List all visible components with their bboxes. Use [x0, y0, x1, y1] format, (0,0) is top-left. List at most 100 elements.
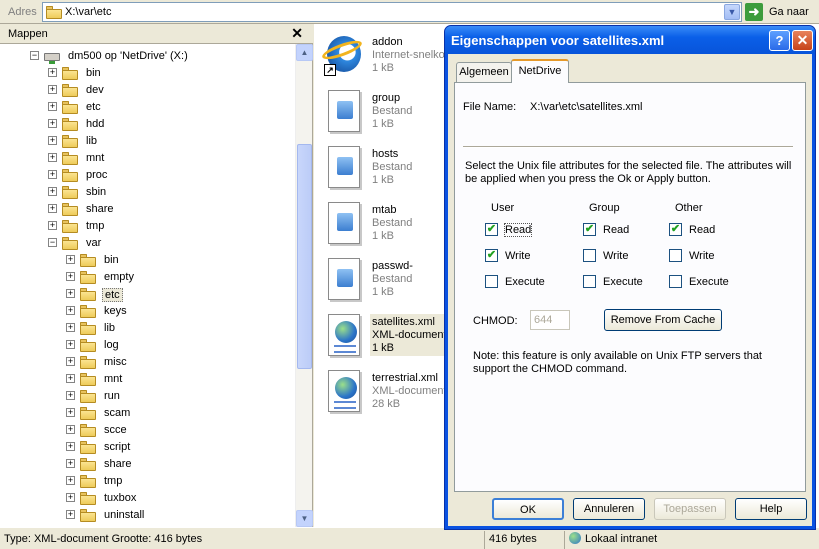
scroll-up-icon[interactable]: ▲	[296, 44, 313, 61]
file-item[interactable]: passwd- Bestand 1 kB	[314, 252, 454, 308]
file-name: terrestrial.xml	[372, 372, 439, 384]
group-read-label[interactable]: Read	[603, 224, 629, 236]
expand-icon[interactable]: +	[48, 221, 57, 230]
xml-document-icon	[324, 370, 362, 414]
other-execute-label[interactable]: Execute	[689, 276, 729, 288]
folder-icon	[80, 423, 96, 437]
help-button[interactable]: Help	[735, 498, 807, 520]
expand-icon[interactable]: +	[66, 289, 75, 298]
tab-netdrive[interactable]: NetDrive	[511, 59, 569, 83]
expand-icon[interactable]: +	[66, 340, 75, 349]
user-read-label[interactable]: Read	[503, 223, 533, 237]
file-item[interactable]: ↗ addon Internet-snelkoppeling 1 kB	[314, 28, 480, 84]
expand-icon[interactable]: +	[48, 102, 57, 111]
folder-icon	[62, 100, 78, 114]
dialog-body: Algemeen NetDrive File Name: X:\var\etc\…	[448, 54, 812, 526]
netdrive-tab-page: File Name: X:\var\etc\satellites.xml Sel…	[454, 82, 806, 492]
chmod-field[interactable]: 644	[530, 310, 570, 330]
user-write-checkbox[interactable]: ✔	[485, 249, 498, 262]
cancel-button[interactable]: Annuleren	[573, 498, 645, 520]
address-input[interactable]: X:\var\etc ▼	[42, 2, 742, 22]
tab-algemeen[interactable]: Algemeen	[456, 62, 512, 82]
expand-icon[interactable]: +	[66, 408, 75, 417]
group-read-checkbox[interactable]: ✔	[583, 223, 596, 236]
file-item[interactable]: hosts Bestand 1 kB	[314, 140, 454, 196]
expand-icon[interactable]: +	[48, 68, 57, 77]
go-button[interactable]: ➜ Ga naar	[745, 3, 815, 22]
folder-icon	[62, 117, 78, 131]
expand-icon[interactable]: +	[48, 187, 57, 196]
scroll-down-icon[interactable]: ▼	[296, 510, 313, 527]
folder-scrollbar[interactable]: ▲ ▼	[295, 44, 313, 527]
tree-item-label: empty	[104, 271, 134, 283]
expand-icon[interactable]: +	[48, 153, 57, 162]
expand-icon[interactable]: +	[66, 374, 75, 383]
file-item[interactable]: satellites.xml XML-document 1 kB	[314, 308, 454, 364]
other-write-checkbox[interactable]	[669, 249, 682, 262]
help-icon[interactable]: ?	[769, 30, 790, 51]
dialog-titlebar[interactable]: Eigenschappen voor satellites.xml ? ✕	[445, 26, 815, 54]
expand-icon[interactable]: +	[66, 493, 75, 502]
expand-icon[interactable]: +	[66, 272, 75, 281]
description-line2: be applied when you press the Ok or Appl…	[465, 173, 711, 185]
scroll-thumb[interactable]	[297, 144, 312, 369]
folder-icon	[62, 168, 78, 182]
expand-icon[interactable]: +	[66, 357, 75, 366]
user-write-label[interactable]: Write	[505, 250, 530, 262]
group-execute-checkbox[interactable]	[583, 275, 596, 288]
other-read-label[interactable]: Read	[689, 224, 715, 236]
status-size: 416 bytes	[484, 531, 562, 549]
expand-icon[interactable]: +	[66, 391, 75, 400]
tree-item-label: tmp	[86, 220, 105, 232]
properties-dialog: Eigenschappen voor satellites.xml ? ✕ Al…	[444, 25, 816, 530]
file-name: group	[372, 92, 401, 104]
expand-icon[interactable]: +	[66, 476, 75, 485]
user-execute-checkbox[interactable]	[485, 275, 498, 288]
collapse-icon[interactable]: −	[30, 51, 39, 60]
expand-icon[interactable]: +	[48, 119, 57, 128]
close-icon[interactable]: ✕	[792, 30, 813, 51]
expand-icon[interactable]: +	[48, 85, 57, 94]
file-item[interactable]: terrestrial.xml XML-document 28 kB	[314, 364, 454, 420]
chevron-down-icon[interactable]: ▼	[724, 4, 740, 20]
expand-icon[interactable]: +	[66, 442, 75, 451]
tree-item-label: misc	[104, 356, 127, 368]
dialog-title: Eigenschappen voor satellites.xml	[451, 33, 665, 48]
file-size: 1 kB	[372, 342, 395, 354]
collapse-icon[interactable]: −	[48, 238, 57, 247]
user-execute-label[interactable]: Execute	[505, 276, 545, 288]
file-name: mtab	[372, 204, 397, 216]
expand-icon[interactable]: +	[66, 255, 75, 264]
remove-from-cache-button[interactable]: Remove From Cache	[604, 309, 722, 331]
group-write-checkbox[interactable]	[583, 249, 596, 262]
folder-icon	[80, 440, 96, 454]
tree-item-label: mnt	[104, 373, 123, 385]
expand-icon[interactable]: +	[66, 323, 75, 332]
expand-icon[interactable]: +	[48, 170, 57, 179]
file-item[interactable]: group Bestand 1 kB	[314, 84, 454, 140]
apply-button[interactable]: Toepassen	[654, 498, 726, 520]
folder-icon	[80, 287, 96, 301]
expand-icon[interactable]: +	[66, 425, 75, 434]
file-icon	[324, 258, 362, 302]
other-write-label[interactable]: Write	[689, 250, 714, 262]
file-name: satellites.xml	[372, 316, 435, 328]
user-read-checkbox[interactable]: ✔	[485, 223, 498, 236]
tree-item-label: share	[104, 458, 132, 470]
other-read-checkbox[interactable]: ✔	[669, 223, 682, 236]
tree-item-label: lib	[104, 322, 116, 334]
group-execute-label[interactable]: Execute	[603, 276, 643, 288]
expand-icon[interactable]: +	[48, 136, 57, 145]
expand-icon[interactable]: +	[66, 510, 75, 519]
tree-item-label: lib	[86, 135, 98, 147]
folder-icon	[62, 134, 78, 148]
expand-icon[interactable]: +	[66, 459, 75, 468]
ok-button[interactable]: OK	[492, 498, 564, 520]
expand-icon[interactable]: +	[48, 204, 57, 213]
file-item[interactable]: mtab Bestand 1 kB	[314, 196, 454, 252]
description-line1: Select the Unix file attributes for the …	[465, 160, 792, 172]
expand-icon[interactable]: +	[66, 306, 75, 315]
other-execute-checkbox[interactable]	[669, 275, 682, 288]
close-icon[interactable]: ✕	[291, 25, 303, 42]
group-write-label[interactable]: Write	[603, 250, 628, 262]
